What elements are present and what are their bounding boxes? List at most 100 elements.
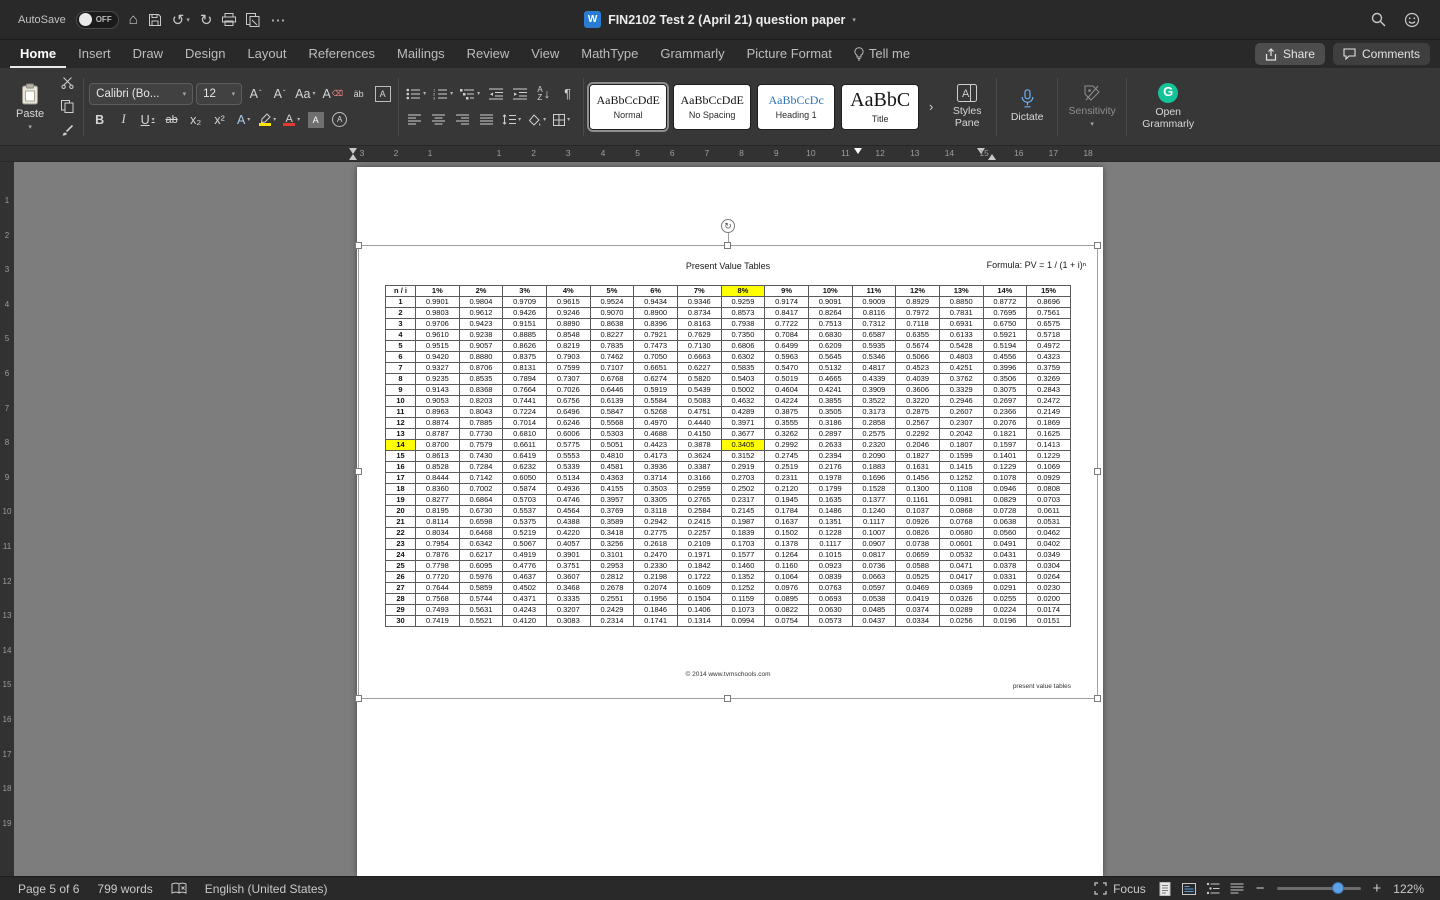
- shrink-font-button[interactable]: Aˇ: [269, 83, 290, 105]
- tab-design[interactable]: Design: [175, 42, 235, 68]
- sort-button[interactable]: A Z ↓: [533, 83, 554, 105]
- copy-button[interactable]: [57, 96, 78, 118]
- sensitivity-button[interactable]: Sensitivity ▾: [1063, 84, 1121, 128]
- print-button[interactable]: [222, 13, 237, 26]
- page-indicator[interactable]: Page 5 of 6: [18, 882, 79, 896]
- zoom-out-button[interactable]: −: [1256, 880, 1265, 897]
- undo-button[interactable]: ↺ ▾: [172, 11, 190, 29]
- focus-button[interactable]: Focus: [1094, 882, 1146, 896]
- more-commands-button[interactable]: ⋯: [270, 11, 285, 29]
- style-card-no-spacing[interactable]: AaBbCcDdE No Spacing: [673, 83, 752, 130]
- tab-draw[interactable]: Draw: [123, 42, 173, 68]
- multilevel-list-button[interactable]: ▾: [458, 83, 482, 105]
- styles-pane-button[interactable]: A Styles Pane: [943, 83, 991, 129]
- tab-view[interactable]: View: [521, 42, 569, 68]
- font-size-select[interactable]: 12 ▾: [196, 82, 243, 105]
- style-card-normal[interactable]: AaBbCcDdE Normal: [587, 81, 670, 132]
- styles-gallery-expand-button[interactable]: ›: [924, 84, 938, 130]
- copy-style-button[interactable]: [246, 12, 260, 27]
- line-spacing-button[interactable]: ▾: [500, 109, 523, 131]
- document-page[interactable]: Present Value Tables Formula: PV = 1 / (…: [355, 167, 1103, 876]
- home-icon[interactable]: ⌂: [129, 11, 138, 28]
- tab-grammarly[interactable]: Grammarly: [650, 42, 734, 68]
- strikethrough-button[interactable]: ab: [161, 109, 182, 131]
- feedback-smiley-icon[interactable]: [1404, 12, 1420, 28]
- autosave-toggle[interactable]: OFF: [75, 10, 119, 29]
- zoom-percent[interactable]: 122%: [1393, 882, 1424, 896]
- tab-picture-format[interactable]: Picture Format: [737, 42, 842, 68]
- paste-button[interactable]: Paste ▾: [8, 79, 52, 135]
- resize-handle-bottom-right[interactable]: [1094, 695, 1101, 702]
- hanging-indent-marker[interactable]: [349, 154, 357, 160]
- draft-view-button[interactable]: [1230, 883, 1244, 895]
- tab-references[interactable]: References: [299, 42, 385, 68]
- outline-view-button[interactable]: [1206, 882, 1220, 895]
- style-card-title[interactable]: AaBbC Title: [841, 83, 920, 130]
- tab-tell-me[interactable]: Tell me: [844, 42, 920, 68]
- proofing-status-icon[interactable]: [171, 882, 187, 895]
- search-icon[interactable]: [1371, 12, 1386, 27]
- tab-mathtype[interactable]: MathType: [571, 42, 648, 68]
- bold-button[interactable]: B: [89, 109, 110, 131]
- zoom-in-button[interactable]: +: [1373, 880, 1382, 897]
- phonetic-guide-button[interactable]: äb: [348, 83, 369, 105]
- highlight-color-button[interactable]: ▾: [257, 109, 278, 131]
- tab-home[interactable]: Home: [10, 42, 67, 68]
- borders-button[interactable]: ▾: [551, 109, 572, 131]
- save-icon[interactable]: [148, 13, 162, 27]
- change-case-button[interactable]: Aa ▾: [293, 83, 317, 105]
- comments-button[interactable]: Comments: [1332, 43, 1430, 65]
- tab-mailings[interactable]: Mailings: [387, 42, 455, 68]
- style-card-heading-1[interactable]: AaBbCcDc Heading 1: [757, 83, 836, 130]
- font-name-select[interactable]: Calibri (Bo... ▾: [89, 82, 194, 105]
- align-center-button[interactable]: [428, 109, 449, 131]
- bullets-button[interactable]: ▾: [404, 83, 428, 105]
- subscript-button[interactable]: x₂: [185, 109, 206, 131]
- pv-table-image[interactable]: Present Value Tables Formula: PV = 1 / (…: [360, 247, 1096, 697]
- justify-button[interactable]: [476, 109, 497, 131]
- numbering-button[interactable]: 1 2 3 ▾: [431, 83, 455, 105]
- text-effects-button[interactable]: A ▾: [233, 109, 254, 131]
- resize-handle-middle-right[interactable]: [1094, 468, 1101, 475]
- document-canvas[interactable]: Present Value Tables Formula: PV = 1 / (…: [0, 162, 1440, 876]
- zoom-slider-thumb[interactable]: [1331, 882, 1344, 894]
- shading-button[interactable]: ▾: [526, 109, 548, 131]
- resize-handle-bottom-middle[interactable]: [724, 695, 731, 702]
- show-paragraph-marks-button[interactable]: ¶: [557, 83, 578, 105]
- clear-formatting-button[interactable]: A ⌫: [320, 83, 345, 105]
- language-indicator[interactable]: English (United States): [205, 882, 328, 896]
- open-grammarly-button[interactable]: G Open Grammarly: [1132, 82, 1204, 130]
- align-right-button[interactable]: [452, 109, 473, 131]
- character-border-button[interactable]: A: [372, 83, 393, 105]
- underline-button[interactable]: U ▾: [137, 109, 158, 131]
- resize-handle-top-middle[interactable]: [724, 242, 731, 249]
- share-button[interactable]: Share: [1254, 43, 1325, 65]
- superscript-button[interactable]: x²: [209, 109, 230, 131]
- document-title-area[interactable]: W FIN2102 Test 2 (April 21) question pap…: [340, 11, 1100, 28]
- resize-handle-top-right[interactable]: [1094, 242, 1101, 249]
- tab-review[interactable]: Review: [457, 42, 520, 68]
- right-margin-marker[interactable]: [988, 154, 996, 160]
- print-layout-view-button[interactable]: [1158, 881, 1172, 896]
- decrease-indent-button[interactable]: [485, 83, 506, 105]
- font-color-button[interactable]: A ▾: [281, 109, 302, 131]
- format-painter-button[interactable]: [57, 120, 78, 142]
- resize-handle-middle-left[interactable]: [355, 468, 362, 475]
- rotate-handle[interactable]: ↻: [721, 219, 735, 233]
- redo-button[interactable]: ↻: [200, 11, 213, 29]
- tab-layout[interactable]: Layout: [237, 42, 296, 68]
- align-left-button[interactable]: [404, 109, 425, 131]
- increase-indent-button[interactable]: [509, 83, 530, 105]
- word-count[interactable]: 799 words: [97, 882, 152, 896]
- character-shading-button[interactable]: A: [305, 109, 326, 131]
- cut-button[interactable]: [57, 72, 78, 94]
- resize-handle-bottom-left[interactable]: [355, 695, 362, 702]
- grow-font-button[interactable]: Aˆ: [245, 83, 266, 105]
- zoom-slider[interactable]: [1276, 882, 1361, 894]
- web-layout-view-button[interactable]: [1181, 882, 1196, 896]
- center-tab-marker[interactable]: [854, 148, 862, 154]
- enclose-characters-button[interactable]: A: [329, 109, 350, 131]
- dictate-button[interactable]: Dictate: [1002, 89, 1052, 123]
- resize-handle-top-left[interactable]: [355, 242, 362, 249]
- italic-button[interactable]: I: [113, 109, 134, 131]
